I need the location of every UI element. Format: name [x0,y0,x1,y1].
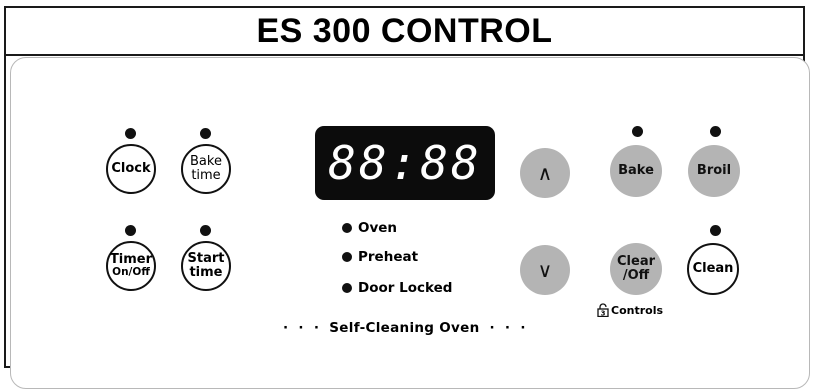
preheat-status-light [342,252,352,262]
timer-on-off-button[interactable]: Timer On/Off [106,241,156,291]
start-time-indicator-light [200,225,211,236]
broil-button-label: Broil [696,162,732,178]
oven-control-panel [10,57,810,389]
preheat-status-label: Preheat [358,249,419,265]
clear-off-button[interactable]: Clear /Off [610,243,662,295]
chevron-down-icon: ∨ [537,258,553,282]
increase-button[interactable]: ∧ [520,148,570,198]
timer-indicator-light [125,225,136,236]
title-bar: ES 300 CONTROL [6,8,803,56]
start-time-button-line1: Start [187,250,225,266]
clean-button[interactable]: Clean [687,243,739,295]
broil-button[interactable]: Broil [688,145,740,197]
bake-button[interactable]: Bake [610,145,662,197]
clean-button-label: Clean [692,260,734,276]
lock-controls-text: Controls [611,303,664,317]
page-title: ES 300 CONTROL [256,11,553,50]
start-time-button-line2: time [189,265,223,280]
broil-indicator-light [710,126,721,137]
clock-indicator-light [125,128,136,139]
clock-button[interactable]: Clock [106,144,156,194]
clear-off-button-line2: /Off [622,268,650,283]
status-indicator-preheat: Preheat [342,249,418,265]
bake-time-button[interactable]: Bake time [181,144,231,194]
bake-time-button-line1: Bake [190,153,222,169]
display-time-readout: 88:88 [328,136,482,190]
clear-off-button-line1: Clear [617,253,655,269]
digital-time-display: 88:88 [315,126,495,200]
lock-number: 3 [601,309,606,317]
bake-indicator-light [632,126,643,137]
door-locked-status-label: Door Locked [358,280,453,296]
door-locked-status-light [342,283,352,293]
self-cleaning-oven-caption: · · · Self-Cleaning Oven · · · [283,320,526,336]
lock-controls-label: 3 Controls [597,303,663,317]
lock-icon: 3 [597,303,609,317]
chevron-up-icon: ∧ [537,161,553,185]
clean-indicator-light [710,225,721,236]
oven-status-light [342,223,352,233]
status-indicator-oven: Oven [342,220,397,236]
decrease-button[interactable]: ∨ [520,245,570,295]
oven-status-label: Oven [358,220,398,236]
bake-time-button-line2: time [191,168,221,183]
status-indicator-door-locked: Door Locked [342,280,452,296]
bake-time-indicator-light [200,128,211,139]
timer-button-line1: Timer [109,252,153,268]
clock-button-label: Clock [111,160,151,176]
start-time-button[interactable]: Start time [181,241,231,291]
timer-button-line2: On/Off [112,266,150,279]
bake-button-label: Bake [618,162,654,178]
